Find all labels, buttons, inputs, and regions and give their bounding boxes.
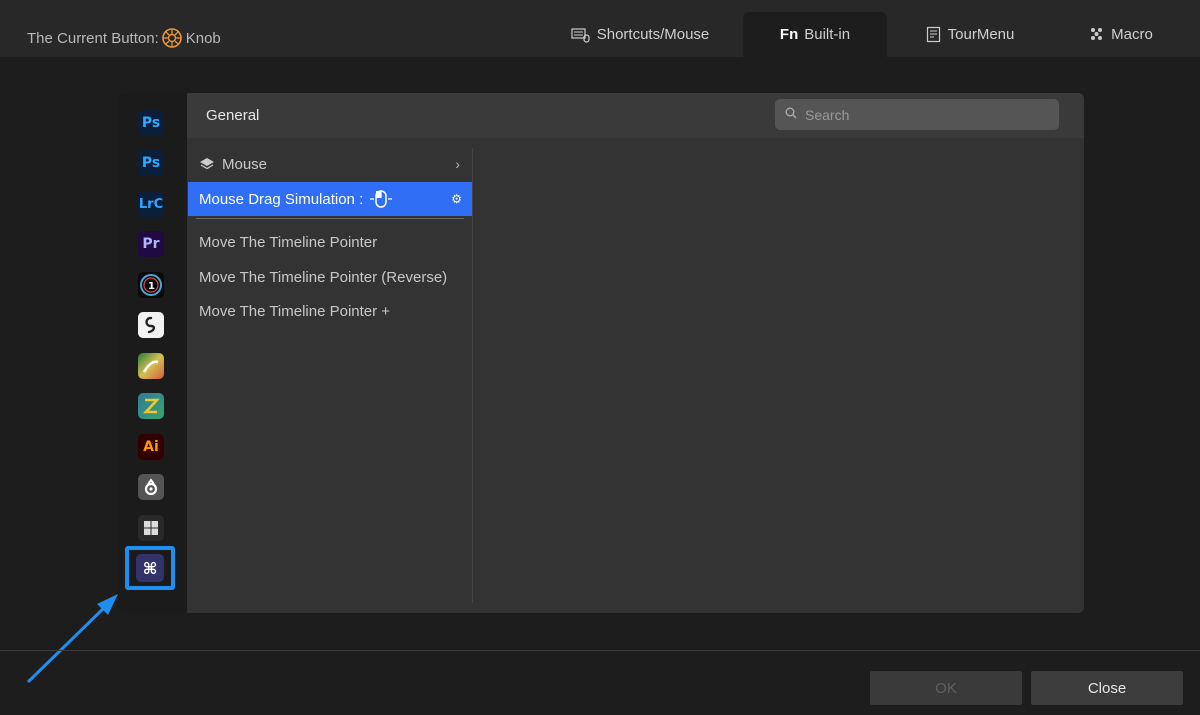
app-lightroom-icon[interactable]: LrC bbox=[138, 191, 164, 217]
current-button-label: The Current Button: bbox=[27, 29, 159, 47]
tab-macro-label: Macro bbox=[1111, 26, 1153, 43]
item-timeline-pointer[interactable]: Move The Timeline Pointer bbox=[188, 225, 472, 259]
item-timeline-pointer-reverse[interactable]: Move The Timeline Pointer (Reverse) bbox=[188, 260, 472, 294]
app-photoshop-icon[interactable]: Ps bbox=[138, 110, 164, 136]
app-krita-icon[interactable] bbox=[138, 353, 164, 379]
app-blender-icon[interactable] bbox=[138, 474, 164, 500]
footer-divider bbox=[0, 650, 1200, 651]
svg-text:1: 1 bbox=[148, 281, 155, 292]
item-mouse-drag-simulation-label: Mouse Drag Simulation : bbox=[199, 190, 364, 208]
tab-shortcuts-mouse[interactable]: Shortcuts/Mouse bbox=[560, 12, 720, 57]
mouse-drag-icon bbox=[369, 189, 393, 209]
chevron-right-icon: › bbox=[455, 156, 460, 172]
item-mouse-drag-simulation[interactable]: Mouse Drag Simulation : ⚙ bbox=[188, 182, 472, 216]
app-windows-icon[interactable] bbox=[138, 515, 164, 541]
tab-macro[interactable]: Macro bbox=[1075, 12, 1167, 57]
close-button[interactable]: Close bbox=[1031, 671, 1183, 705]
content-header: General bbox=[187, 93, 1084, 138]
tab-tourmenu[interactable]: TourMenu bbox=[905, 12, 1035, 57]
group-mouse-label: Mouse bbox=[222, 155, 268, 173]
knob-icon bbox=[161, 27, 183, 49]
app-illustrator-icon[interactable]: Ai bbox=[138, 434, 164, 460]
tab-built-in[interactable]: Fn Built-in bbox=[743, 12, 887, 57]
settings-panel: Ps Ps LrC Pr 1 Ai ⌘ General Search Mouse… bbox=[117, 93, 1084, 613]
selection-divider bbox=[196, 218, 464, 219]
command-key-icon: ⌘ bbox=[136, 554, 164, 582]
search-box[interactable] bbox=[775, 99, 1059, 130]
app-clip-studio-icon[interactable] bbox=[138, 312, 164, 338]
tour-menu-icon bbox=[926, 26, 942, 43]
callout-arrow bbox=[26, 594, 118, 684]
section-title: General bbox=[206, 107, 260, 124]
macro-icon bbox=[1089, 27, 1105, 43]
list-divider bbox=[472, 148, 473, 603]
tab-tourmenu-label: TourMenu bbox=[947, 26, 1015, 43]
app-mac-selected[interactable]: ⌘ bbox=[125, 546, 175, 590]
search-icon bbox=[785, 106, 797, 124]
tab-built-in-label: Built-in bbox=[804, 26, 851, 43]
ok-button[interactable]: OK bbox=[870, 671, 1022, 705]
current-button: The Current Button: Knob bbox=[27, 27, 221, 49]
app-rebelle-icon[interactable] bbox=[138, 393, 164, 419]
search-input[interactable] bbox=[803, 105, 1047, 124]
keyboard-mouse-icon bbox=[571, 27, 591, 43]
app-sidebar: Ps Ps LrC Pr 1 Ai ⌘ bbox=[117, 93, 187, 613]
item-timeline-pointer-plus[interactable]: Move The Timeline Pointer + bbox=[188, 294, 472, 328]
group-mouse[interactable]: Mouse › bbox=[188, 147, 472, 181]
gear-icon[interactable]: ⚙ bbox=[451, 192, 462, 206]
fn-icon: Fn bbox=[779, 26, 799, 43]
app-capture-one-icon[interactable]: 1 bbox=[138, 272, 164, 298]
layers-icon bbox=[199, 157, 215, 171]
title-bar: The Current Button: Knob Shortcuts/Mouse… bbox=[0, 0, 1200, 57]
app-photoshop-2-icon[interactable]: Ps bbox=[138, 150, 164, 176]
tab-shortcuts-mouse-label: Shortcuts/Mouse bbox=[596, 26, 710, 43]
app-premiere-icon[interactable]: Pr bbox=[138, 231, 164, 257]
current-button-value: Knob bbox=[185, 29, 221, 47]
